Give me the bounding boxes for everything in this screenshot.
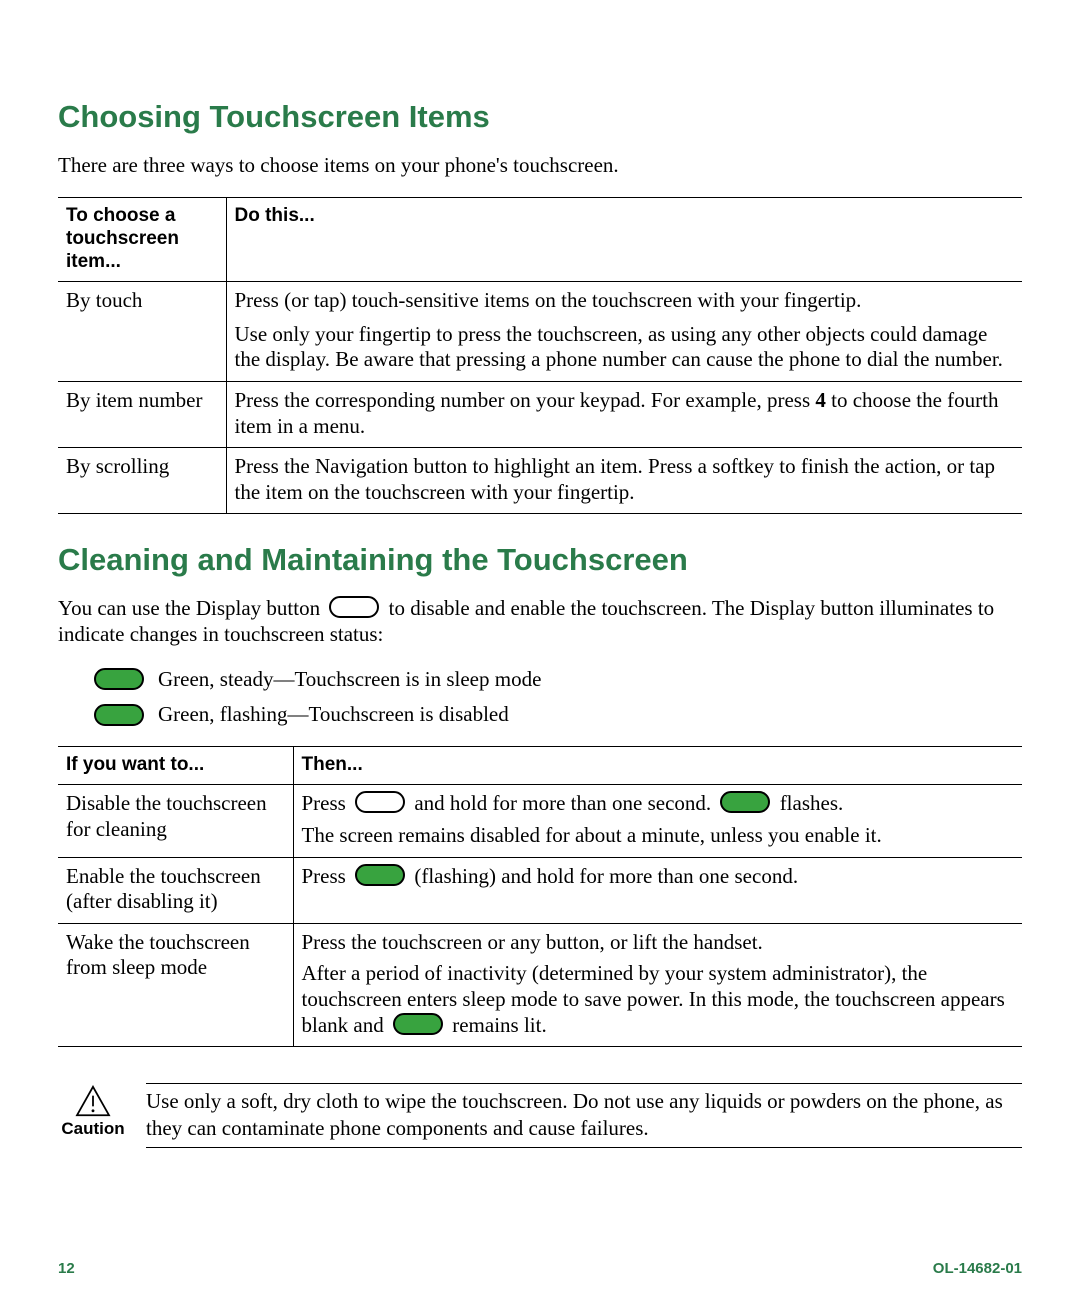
bullet-flashing: Green, flashing—Touchscreen is disabled — [90, 701, 1022, 728]
footer: 12 OL-14682-01 — [58, 1260, 1022, 1277]
disable-l1-c: flashes. — [774, 791, 843, 815]
intro-cleaning-pre: You can use the Display button — [58, 596, 325, 620]
display-button-icon — [329, 596, 379, 618]
intro-cleaning: You can use the Display button to disabl… — [58, 596, 1022, 647]
caution-text: Use only a soft, dry cloth to wipe the t… — [146, 1083, 1022, 1148]
td-disable-left: Disable the touchscreen for cleaning — [58, 785, 293, 857]
table-cleaning-actions: If you want to... Then... Disable the to… — [58, 746, 1022, 1047]
caution-label: Caution — [61, 1119, 124, 1139]
td-by-item-number-left: By item number — [58, 381, 226, 447]
bullet-steady: Green, steady—Touchscreen is in sleep mo… — [90, 666, 1022, 693]
caution-left: Caution — [58, 1083, 128, 1139]
table-choose-methods: To choose a touchscreen item... Do this.… — [58, 197, 1022, 515]
wake-line2: After a period of inactivity (determined… — [302, 961, 1015, 1038]
led-green-steady-icon — [94, 668, 144, 690]
td-wake-right: Press the touchscreen or any button, or … — [293, 923, 1022, 1046]
enable-a: Press — [302, 864, 352, 888]
table-row: Disable the touchscreen for cleaning Pre… — [58, 785, 1022, 857]
disable-line1: Press and hold for more than one second.… — [302, 791, 1015, 817]
td-disable-right: Press and hold for more than one second.… — [293, 785, 1022, 857]
td-enable-right: Press (flashing) and hold for more than … — [293, 857, 1022, 923]
caution-block: Caution Use only a soft, dry cloth to wi… — [58, 1083, 1022, 1148]
intro-choosing: There are three ways to choose items on … — [58, 153, 1022, 179]
page-number: 12 — [58, 1260, 75, 1277]
table-row: Enable the touchscreen (after disabling … — [58, 857, 1022, 923]
table-row: By scrolling Press the Navigation button… — [58, 448, 1022, 514]
table-row: Wake the touchscreen from sleep mode Pre… — [58, 923, 1022, 1046]
disable-l1-a: Press — [302, 791, 352, 815]
heading-choosing: Choosing Touchscreen Items — [58, 99, 1022, 135]
disable-l1-b: and hold for more than one second. — [409, 791, 716, 815]
table-row: By touch Press (or tap) touch-sensitive … — [58, 282, 1022, 382]
disable-line2: The screen remains disabled for about a … — [302, 823, 1015, 849]
wake-line1: Press the touchscreen or any button, or … — [302, 930, 1015, 956]
heading-cleaning: Cleaning and Maintaining the Touchscreen — [58, 542, 1022, 578]
td-by-scrolling-left: By scrolling — [58, 448, 226, 514]
enable-b: (flashing) and hold for more than one se… — [409, 864, 798, 888]
td-by-touch-right: Press (or tap) touch-sensitive items on … — [226, 282, 1022, 382]
display-button-icon — [355, 791, 405, 813]
th-choose-col2: Do this... — [226, 197, 1022, 282]
by-touch-para1: Press (or tap) touch-sensitive items on … — [235, 288, 1015, 314]
led-green-flash-icon — [355, 864, 405, 886]
td-by-scrolling-right: Press the Navigation button to highlight… — [226, 448, 1022, 514]
th-clean-col2: Then... — [293, 747, 1022, 785]
table-header-row: To choose a touchscreen item... Do this.… — [58, 197, 1022, 282]
doc-id: OL-14682-01 — [933, 1260, 1022, 1277]
led-green-flashing-icon — [94, 704, 144, 726]
by-touch-para2: Use only your fingertip to press the tou… — [235, 322, 1015, 373]
bullet-steady-text: Green, steady—Touchscreen is in sleep mo… — [158, 666, 541, 693]
td-wake-left: Wake the touchscreen from sleep mode — [58, 923, 293, 1046]
warning-icon — [75, 1085, 111, 1117]
th-choose-col1: To choose a touchscreen item... — [58, 197, 226, 282]
wake-l2-b: remains lit. — [447, 1013, 547, 1037]
td-enable-left: Enable the touchscreen (after disabling … — [58, 857, 293, 923]
table-header-row: If you want to... Then... — [58, 747, 1022, 785]
td-by-touch-left: By touch — [58, 282, 226, 382]
th-clean-col1: If you want to... — [58, 747, 293, 785]
led-green-steady-icon — [393, 1013, 443, 1035]
by-item-pre: Press the corresponding number on your k… — [235, 388, 816, 412]
by-item-bold: 4 — [815, 388, 826, 412]
table-row: By item number Press the corresponding n… — [58, 381, 1022, 447]
bullet-flashing-text: Green, flashing—Touchscreen is disabled — [158, 701, 509, 728]
led-green-flash-icon — [720, 791, 770, 813]
page: Choosing Touchscreen Items There are thr… — [0, 0, 1080, 1188]
td-by-item-number-right: Press the corresponding number on your k… — [226, 381, 1022, 447]
